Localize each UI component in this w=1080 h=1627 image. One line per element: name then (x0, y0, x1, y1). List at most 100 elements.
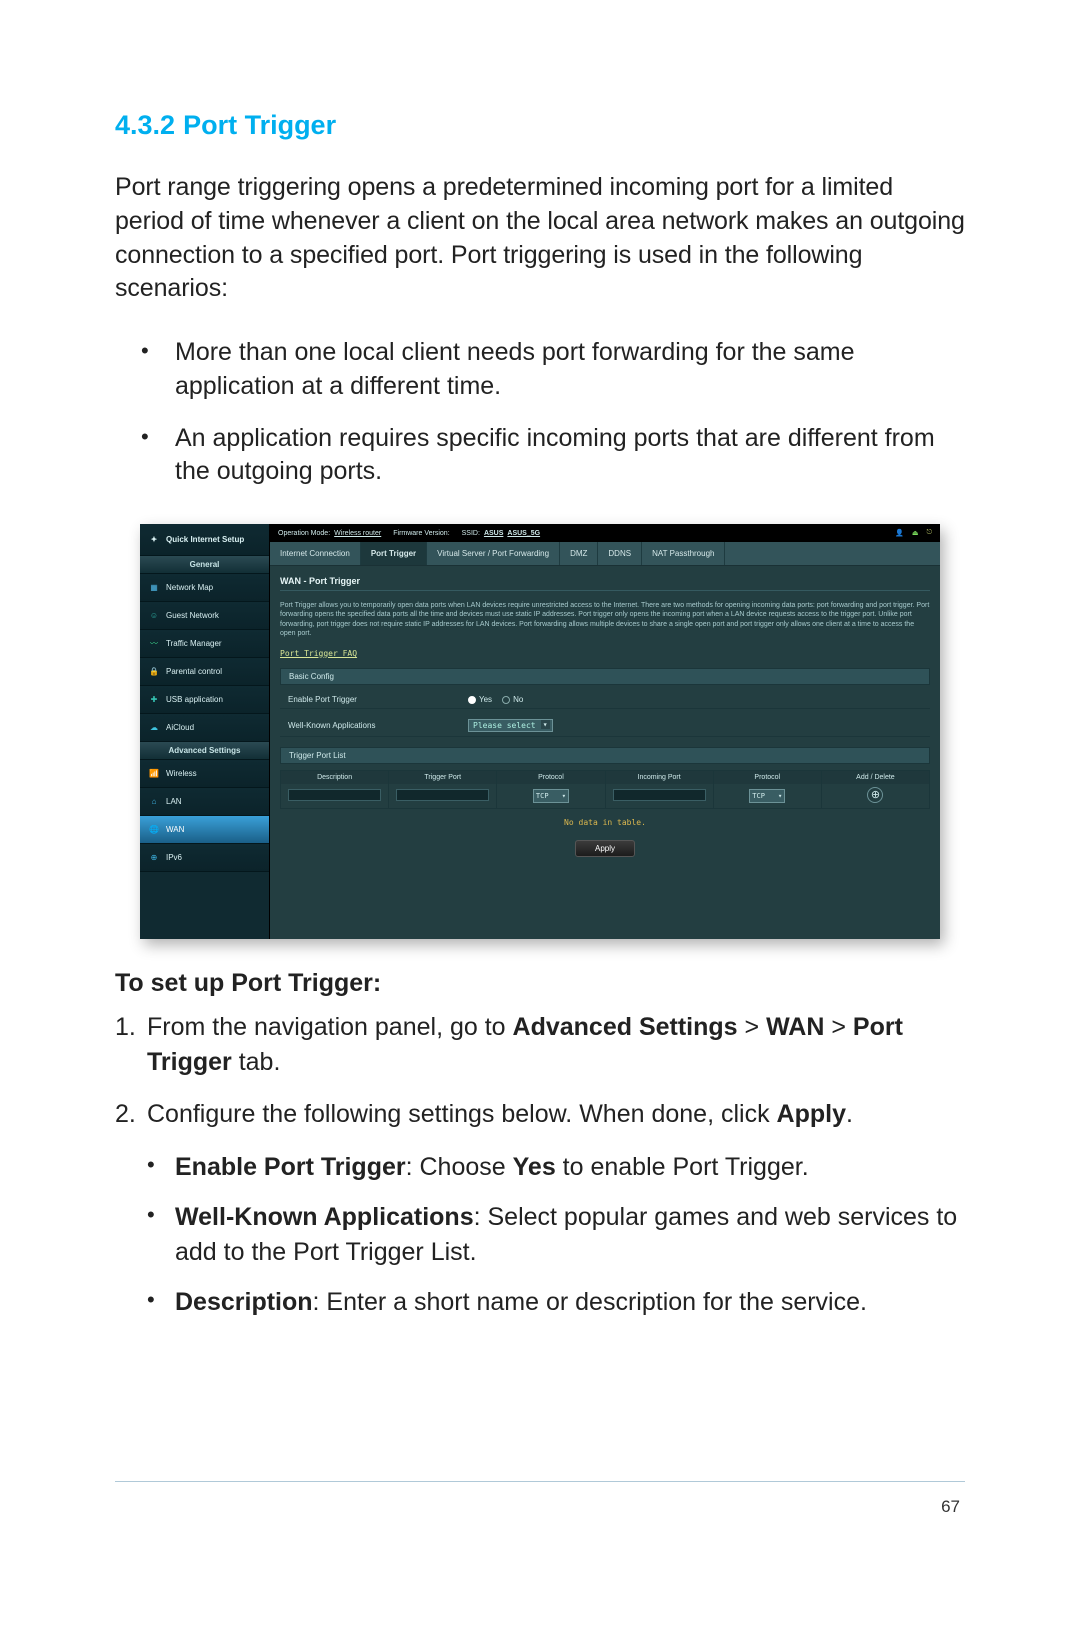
usb-icon[interactable]: ⏏ (912, 529, 919, 537)
radio-yes[interactable]: Yes (468, 695, 492, 704)
user-icon[interactable]: 👤 (895, 529, 904, 537)
sidebar-item-ipv6[interactable]: ⊕ IPv6 (140, 844, 269, 872)
ipv6-icon: ⊕ (148, 852, 160, 864)
enable-port-trigger-label: Enable Port Trigger (288, 695, 468, 704)
trigger-port-table: Description Trigger Port Protocol Incomi… (280, 770, 930, 809)
logout-icon[interactable]: ⎋ (926, 529, 932, 537)
wellknown-apps-select[interactable]: Please select (468, 719, 553, 732)
aicloud-icon: ☁ (148, 722, 160, 734)
sidebar-item-label: USB application (166, 695, 223, 704)
tab-dmz[interactable]: DMZ (560, 542, 598, 565)
col-protocol-2: Protocol (714, 771, 822, 784)
sidebar-item-label: Parental control (166, 667, 222, 676)
col-incoming-port: Incoming Port (606, 771, 714, 784)
trigger-port-input[interactable] (396, 789, 489, 801)
sidebar-item-wan[interactable]: 🌐 WAN (140, 816, 269, 844)
wireless-icon: 📶 (148, 768, 160, 780)
wellknown-apps-label: Well-Known Applications (288, 721, 468, 730)
sidebar-item-aicloud[interactable]: ☁ AiCloud (140, 714, 269, 742)
traffic-manager-icon: 〰 (148, 638, 160, 650)
opmode-value[interactable]: Wireless router (334, 530, 381, 537)
no-data-message: No data in table. (280, 815, 930, 830)
enable-port-trigger-row: Enable Port Trigger Yes No (280, 691, 930, 709)
setup-step-2: Configure the following settings below. … (115, 1097, 965, 1320)
wand-icon: ✦ (148, 534, 160, 546)
sidebar-item-label: Wireless (166, 769, 197, 778)
col-trigger-port: Trigger Port (389, 771, 497, 784)
trigger-port-list-heading: Trigger Port List (280, 747, 930, 764)
protocol-select-2[interactable]: TCP▾ (749, 789, 785, 803)
opmode-label: Operation Mode: (278, 530, 330, 537)
guest-network-icon: ☺ (148, 610, 160, 622)
scenario-item: More than one local client needs port fo… (125, 336, 965, 404)
sidebar: ✦ Quick Internet Setup General ▦ Network… (140, 524, 270, 939)
network-map-icon: ▦ (148, 582, 160, 594)
scenario-list: More than one local client needs port fo… (125, 336, 965, 489)
radio-no[interactable]: No (502, 695, 523, 704)
ssid-label: SSID: (462, 530, 480, 537)
firmware-label: Firmware Version: (393, 530, 449, 537)
sidebar-item-network-map[interactable]: ▦ Network Map (140, 574, 269, 602)
wan-tabs: Internet Connection Port Trigger Virtual… (270, 542, 940, 566)
sidebar-item-label: Network Map (166, 583, 213, 592)
tab-port-trigger[interactable]: Port Trigger (361, 542, 427, 565)
sidebar-item-usb-application[interactable]: ✚ USB application (140, 686, 269, 714)
sidebar-item-label: WAN (166, 825, 184, 834)
tab-nat-passthrough[interactable]: NAT Passthrough (642, 542, 725, 565)
sub-bullet: Description: Enter a short name or descr… (141, 1285, 965, 1320)
sidebar-heading-advanced: Advanced Settings (140, 742, 269, 760)
scenario-item: An application requires specific incomin… (125, 422, 965, 490)
sidebar-item-guest-network[interactable]: ☺ Guest Network (140, 602, 269, 630)
parental-control-icon: 🔒 (148, 666, 160, 678)
tab-internet-connection[interactable]: Internet Connection (270, 542, 361, 565)
sidebar-item-traffic-manager[interactable]: 〰 Traffic Manager (140, 630, 269, 658)
quick-internet-setup[interactable]: ✦ Quick Internet Setup (140, 524, 269, 556)
setup-step-1: From the navigation panel, go to Advance… (115, 1010, 965, 1079)
basic-config-heading: Basic Config (280, 668, 930, 685)
panel-description: Port Trigger allows you to temporarily o… (280, 601, 930, 639)
intro-paragraph: Port range triggering opens a predetermi… (115, 171, 965, 306)
sidebar-item-label: Quick Internet Setup (166, 535, 244, 544)
tab-ddns[interactable]: DDNS (598, 542, 642, 565)
ssid-value-2[interactable]: ASUS_5G (507, 530, 540, 537)
sidebar-item-lan[interactable]: ⌂ LAN (140, 788, 269, 816)
page-number: 67 (941, 1497, 960, 1517)
col-description: Description (281, 771, 389, 784)
protocol-select-1[interactable]: TCP▾ (533, 789, 569, 803)
sidebar-item-label: AiCloud (166, 723, 194, 732)
topbar: Operation Mode: Wireless router Firmware… (270, 524, 940, 542)
setup-sub-bullets: Enable Port Trigger: Choose Yes to enabl… (141, 1150, 965, 1320)
footer-rule (115, 1481, 965, 1482)
apply-button[interactable]: Apply (575, 840, 635, 857)
usb-application-icon: ✚ (148, 694, 160, 706)
faq-link[interactable]: Port Trigger FAQ (280, 649, 930, 658)
sub-bullet: Enable Port Trigger: Choose Yes to enabl… (141, 1150, 965, 1185)
sidebar-item-label: Traffic Manager (166, 639, 222, 648)
section-number: 4.3.2 (115, 110, 175, 140)
sidebar-item-label: Guest Network (166, 611, 219, 620)
description-input[interactable] (288, 789, 381, 801)
section-heading: 4.3.2 Port Trigger (115, 110, 965, 141)
port-trigger-panel: WAN - Port Trigger Port Trigger allows y… (270, 566, 940, 939)
setup-steps: From the navigation panel, go to Advance… (115, 1010, 965, 1320)
ssid-value-1[interactable]: ASUS (484, 530, 503, 537)
sidebar-item-wireless[interactable]: 📶 Wireless (140, 760, 269, 788)
sidebar-item-label: LAN (166, 797, 182, 806)
col-add-delete: Add / Delete (822, 771, 929, 784)
add-row-button[interactable]: ⊕ (867, 787, 883, 803)
sidebar-heading-general: General (140, 556, 269, 574)
main-panel: Operation Mode: Wireless router Firmware… (270, 524, 940, 939)
wan-icon: 🌐 (148, 824, 160, 836)
lan-icon: ⌂ (148, 796, 160, 808)
setup-heading: To set up Port Trigger: (115, 969, 965, 998)
sidebar-item-label: IPv6 (166, 853, 182, 862)
section-title: Port Trigger (183, 110, 336, 140)
tab-virtual-server[interactable]: Virtual Server / Port Forwarding (427, 542, 560, 565)
sub-bullet: Well-Known Applications: Select popular … (141, 1200, 965, 1269)
col-protocol-1: Protocol (497, 771, 605, 784)
panel-title: WAN - Port Trigger (280, 574, 930, 591)
wellknown-apps-row: Well-Known Applications Please select (280, 715, 930, 737)
sidebar-item-parental-control[interactable]: 🔒 Parental control (140, 658, 269, 686)
incoming-port-input[interactable] (613, 789, 706, 801)
router-screenshot: ✦ Quick Internet Setup General ▦ Network… (140, 524, 940, 939)
